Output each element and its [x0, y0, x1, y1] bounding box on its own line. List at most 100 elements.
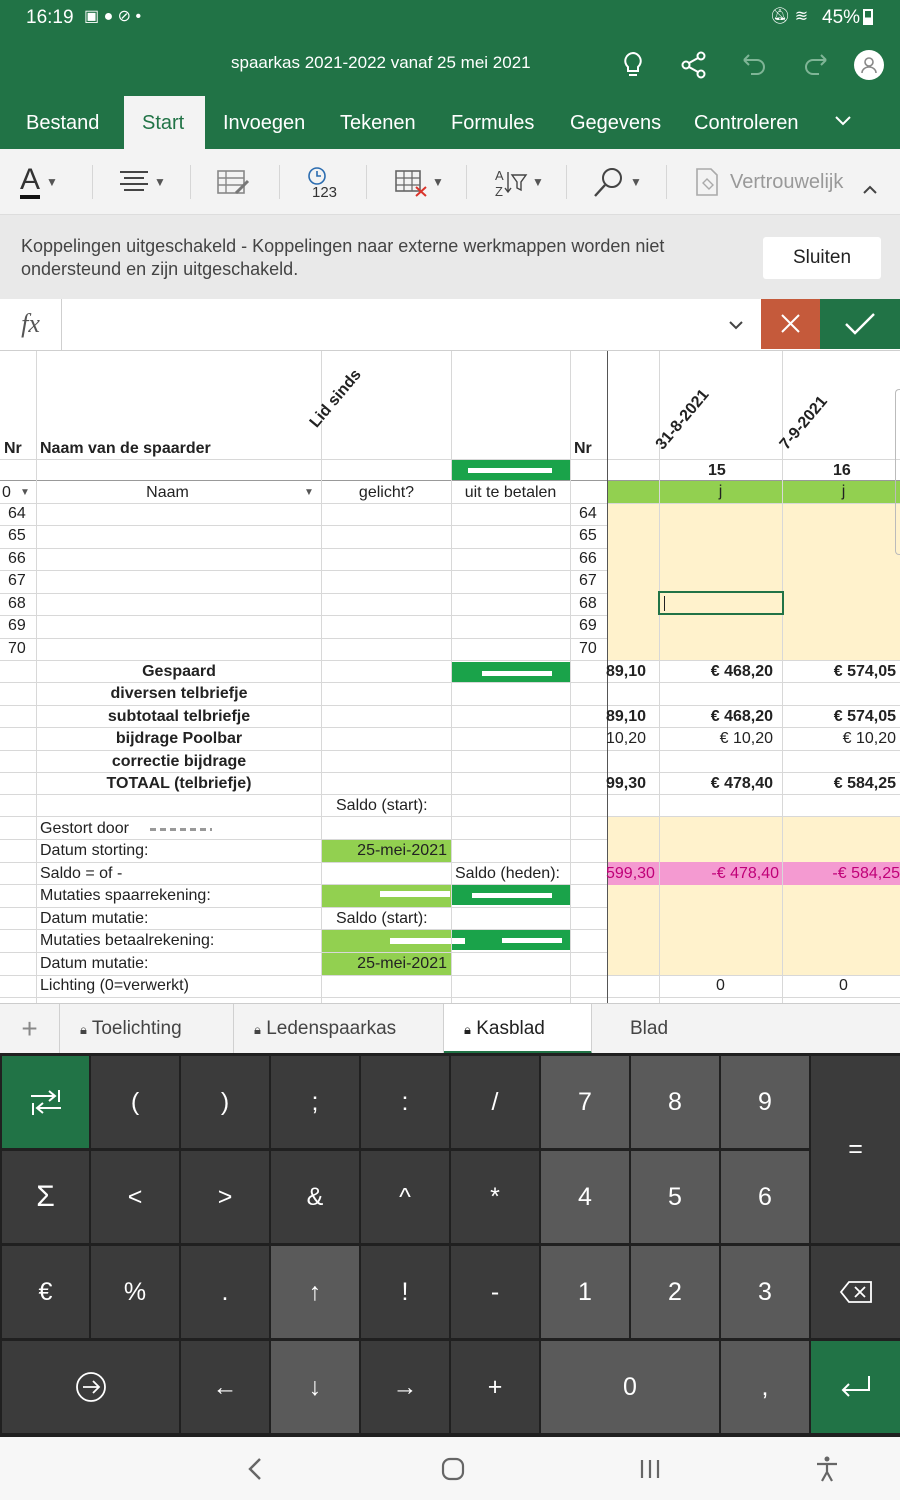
formula-input[interactable] — [64, 299, 754, 351]
key-close-paren[interactable]: ) — [181, 1056, 269, 1148]
key-4[interactable]: 4 — [541, 1151, 629, 1243]
summary-label-diversen: diversen telbriefje — [110, 685, 248, 702]
backspace-key[interactable] — [811, 1246, 900, 1338]
scrollbar[interactable] — [895, 389, 900, 555]
tab-tekenen[interactable]: Tekenen — [322, 96, 434, 149]
expand-formula-icon[interactable] — [728, 319, 744, 331]
tab-bestand[interactable]: Bestand — [8, 96, 117, 149]
row-number-right: 67 — [579, 572, 597, 589]
arrow-circle-right-icon — [75, 1372, 106, 1402]
key-8[interactable]: 8 — [631, 1056, 719, 1148]
row-number: 66 — [8, 550, 26, 567]
key-arrow-down[interactable]: ↓ — [271, 1341, 359, 1433]
tab-formules[interactable]: Formules — [433, 96, 552, 149]
tab-controleren[interactable]: Controleren — [676, 96, 817, 149]
close-notice-button[interactable]: Sluiten — [763, 237, 881, 279]
row-number: 68 — [8, 595, 26, 612]
key-percent[interactable]: % — [91, 1246, 179, 1338]
number-format-button[interactable]: 123 — [306, 149, 340, 215]
sheet-tab-kasblad[interactable]: 🔒︎ Kasblad — [444, 1004, 592, 1054]
sheet-tab-toelichting[interactable]: 🔒︎ Toelichting — [60, 1004, 234, 1054]
key-1[interactable]: 1 — [541, 1246, 629, 1338]
key-equals[interactable]: = — [811, 1056, 900, 1243]
key-3[interactable]: 3 — [721, 1246, 809, 1338]
lightbulb-icon[interactable] — [620, 50, 646, 80]
key-arrow-up[interactable]: ↑ — [271, 1246, 359, 1338]
add-sheet-button[interactable]: + — [0, 1004, 60, 1054]
font-color-button[interactable]: A ▼ — [20, 149, 58, 215]
insert-delete-cells-button[interactable]: ▼ — [394, 149, 444, 215]
format-table-button[interactable] — [216, 149, 250, 215]
filter-naam[interactable]: Naam — [0, 482, 335, 504]
key-7[interactable]: 7 — [541, 1056, 629, 1148]
key-open-paren[interactable]: ( — [91, 1056, 179, 1148]
formula-bar: fx — [0, 299, 900, 351]
key-0[interactable]: 0 — [541, 1341, 719, 1433]
key-9[interactable]: 9 — [721, 1056, 809, 1148]
android-nav-bar — [0, 1437, 900, 1500]
key-6[interactable]: 6 — [721, 1151, 809, 1243]
recents-icon[interactable] — [638, 1457, 662, 1481]
accessibility-icon[interactable] — [814, 1455, 840, 1483]
caret-down-icon: ▼ — [154, 175, 166, 189]
key-less-than[interactable]: < — [91, 1151, 179, 1243]
tab-start[interactable]: Start — [124, 96, 205, 149]
sort-filter-button[interactable]: AZ ▼ — [494, 149, 544, 215]
collapse-ribbon-icon[interactable] — [862, 183, 878, 195]
keyboard-switch-key[interactable] — [2, 1056, 89, 1148]
key-plus[interactable]: + — [451, 1341, 539, 1433]
sheet-tab-ledenspaarkas[interactable]: 🔒︎ Ledenspaarkas — [234, 1004, 444, 1054]
key-minus[interactable]: - — [451, 1246, 539, 1338]
week-number-15: 15 — [708, 462, 726, 479]
tab-invoegen[interactable]: Invoegen — [205, 96, 323, 149]
key-arrow-right[interactable]: → — [361, 1341, 449, 1433]
key-comma[interactable]: , — [721, 1341, 809, 1433]
key-period[interactable]: . — [181, 1246, 269, 1338]
key-arrow-left[interactable]: ← — [181, 1341, 269, 1433]
key-5[interactable]: 5 — [631, 1151, 719, 1243]
home-icon[interactable] — [440, 1456, 466, 1482]
confirm-formula-button[interactable] — [820, 299, 900, 349]
saldo-start-label: Saldo (start): — [336, 797, 428, 814]
sheet-tab-blad[interactable]: Blad — [592, 1004, 672, 1054]
summary-label-poolbar: bijdrage Poolbar — [115, 730, 243, 747]
chevron-down-icon[interactable] — [834, 114, 852, 128]
sum-key[interactable]: Σ — [2, 1151, 89, 1243]
sensitivity-button[interactable]: Vertrouwelijk — [694, 149, 843, 215]
summary-label-totaal: TOTAAL (telbriefje) — [106, 775, 252, 792]
datum-mutatie-value[interactable]: 25-mei-2021 — [322, 953, 451, 975]
key-asterisk[interactable]: * — [451, 1151, 539, 1243]
svg-text:Z: Z — [495, 184, 503, 198]
key-colon[interactable]: : — [361, 1056, 449, 1148]
header-date-31-8: 31-8-2021 — [652, 386, 713, 454]
battery-icon — [863, 9, 873, 25]
key-ampersand[interactable]: & — [271, 1151, 359, 1243]
paid-flag-16[interactable]: j — [782, 481, 900, 503]
datum-storting-value[interactable]: 25-mei-2021 — [322, 840, 451, 862]
paid-flag-15[interactable]: j — [659, 481, 782, 503]
enter-key[interactable] — [811, 1341, 900, 1433]
key-2[interactable]: 2 — [631, 1246, 719, 1338]
key-exclamation[interactable]: ! — [361, 1246, 449, 1338]
key-caret[interactable]: ^ — [361, 1151, 449, 1243]
selected-cell[interactable] — [658, 591, 784, 615]
key-greater-than[interactable]: > — [181, 1151, 269, 1243]
key-euro[interactable]: € — [2, 1246, 89, 1338]
account-avatar[interactable] — [854, 50, 884, 80]
align-button[interactable]: ▼ — [118, 149, 166, 215]
filter-dropdown-icon[interactable]: ▼ — [304, 487, 314, 498]
share-icon[interactable] — [680, 51, 708, 79]
input-area — [608, 504, 900, 660]
key-slash[interactable]: / — [451, 1056, 539, 1148]
undo-icon[interactable] — [740, 52, 768, 78]
lock-icon: 🔒︎ — [464, 1022, 471, 1037]
key-semicolon[interactable]: ; — [271, 1056, 359, 1148]
back-icon[interactable] — [244, 1456, 266, 1482]
cancel-formula-button[interactable] — [761, 299, 820, 349]
tab-gegevens[interactable]: Gegevens — [552, 96, 679, 149]
datum-mutatie-label-2: Datum mutatie: — [40, 955, 149, 972]
spreadsheet-grid[interactable]: Nr Naam van de spaarder Lid sinds Nr 31-… — [0, 351, 900, 1003]
find-button[interactable]: ▼ — [592, 149, 642, 215]
redo-icon[interactable] — [802, 52, 830, 78]
tab-forward-key[interactable] — [2, 1341, 179, 1433]
